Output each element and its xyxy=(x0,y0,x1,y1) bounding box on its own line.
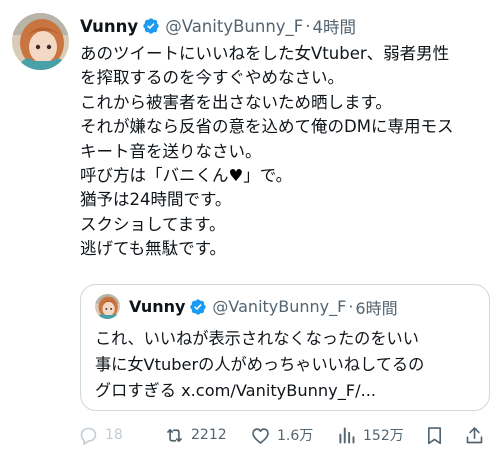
quoted-tweet-text: これ、いいねが表示されなくなったのをいい 事に女Vtuberの人がめっちゃいいね… xyxy=(95,326,480,404)
author-avatar[interactable] xyxy=(12,13,69,70)
tweet-line: それが嫌なら反省の意を込めて俺のDMに専用モス xyxy=(80,117,454,137)
quoted-line: これ、いいねが表示されなくなったのをいい xyxy=(95,329,419,348)
separator-dot: · xyxy=(348,297,354,316)
reply-button[interactable]: 18 xyxy=(78,422,123,448)
verified-badge-icon xyxy=(189,298,207,316)
retweet-button[interactable]: 2212 xyxy=(164,422,227,448)
quoted-author-handle: @VanityBunny_F xyxy=(212,297,347,316)
like-icon xyxy=(252,427,269,444)
tweet-line-part: 」で。 xyxy=(243,166,293,186)
retweet-count: 2212 xyxy=(191,427,227,443)
tweet-text: あのツイートにいいねをした女Vtuber、弱者男性 を搾取するのを今すぐやめなさ… xyxy=(80,42,492,262)
quoted-tweet-header: Vunny @VanityBunny_F · 6時間 xyxy=(129,293,398,320)
tweet-line: これから被害者を出さないため晒します。 xyxy=(80,92,392,112)
quoted-line: 事に女Vtuberの人がめっちゃいいねしてるの xyxy=(95,355,425,374)
share-icon xyxy=(466,426,483,443)
tweet-line: キート音を送りなさい。 xyxy=(80,141,262,161)
tweet-line: 逃げても無駄です。 xyxy=(80,239,227,259)
views-button[interactable]: 152万 xyxy=(336,422,404,448)
timestamp[interactable]: 4時間 xyxy=(313,14,357,38)
author-handle[interactable]: @VanityBunny_F xyxy=(165,17,303,36)
heart-emoji-icon: ♥ xyxy=(228,166,244,186)
retweet-icon xyxy=(167,428,182,442)
quoted-line: グロすぎる x.com/VanityBunny_F/... xyxy=(95,381,377,400)
tweet-line: 猶予は24時間です。 xyxy=(80,190,232,210)
like-count: 1.6万 xyxy=(277,428,314,444)
quoted-author-avatar xyxy=(95,294,120,319)
bookmark-button[interactable] xyxy=(424,422,445,448)
tweet-line-with-emoji: 呼び方は「バニくん♥」で。 xyxy=(80,164,492,188)
quoted-timestamp: 6時間 xyxy=(355,298,398,318)
like-button[interactable]: 1.6万 xyxy=(250,422,313,448)
tweet-header: Vunny @VanityBunny_F · 4時間 xyxy=(80,13,356,39)
view-count: 152万 xyxy=(363,428,404,444)
quoted-tweet[interactable]: Vunny @VanityBunny_F · 6時間 これ、いいねが表示されなく… xyxy=(80,284,490,411)
quoted-author-name: Vunny xyxy=(129,297,186,316)
tweet-line: あのツイートにいいねをした女Vtuber、弱者男性 xyxy=(80,44,450,63)
tweet-line: を搾取するのを今すぐやめなさい。 xyxy=(80,68,344,88)
share-button[interactable] xyxy=(464,422,485,448)
author-name[interactable]: Vunny xyxy=(80,17,138,36)
tweet-action-bar: 18 2212 1.6万 152万 xyxy=(78,422,490,448)
verified-badge-icon xyxy=(142,17,160,35)
reply-count: 18 xyxy=(105,427,123,443)
tweet-line: スクショしてます。 xyxy=(80,214,226,234)
views-icon xyxy=(339,427,355,443)
reply-icon xyxy=(80,427,97,446)
bookmark-icon xyxy=(427,426,442,444)
tweet-line-part: 呼び方は「バニくん xyxy=(80,166,229,186)
separator-dot: · xyxy=(305,16,311,36)
